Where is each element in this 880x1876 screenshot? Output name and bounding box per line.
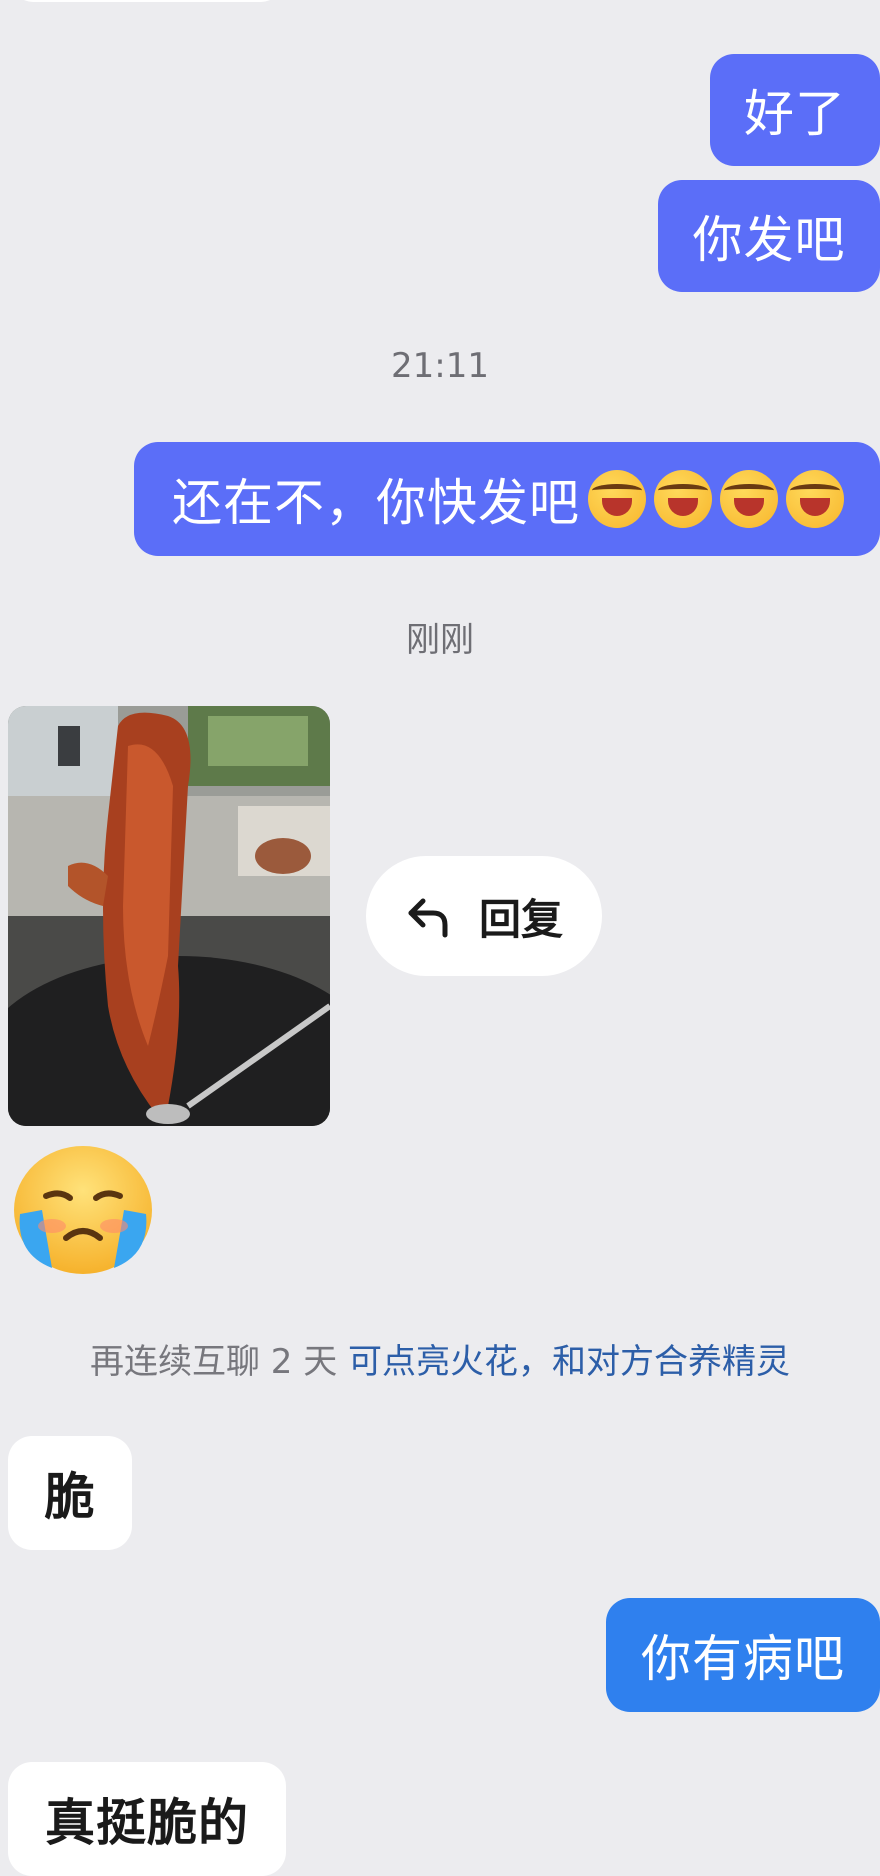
outgoing-message[interactable]: 好了 xyxy=(710,54,880,166)
image-message[interactable] xyxy=(8,706,330,1126)
rofl-icon xyxy=(786,470,844,528)
reply-arrow-icon xyxy=(408,898,448,938)
reply-label: 回复 xyxy=(478,894,563,944)
roast-pig-photo xyxy=(8,706,330,1126)
incoming-message[interactable]: 真挺脆的 xyxy=(8,1762,286,1876)
timestamp: 刚刚 xyxy=(406,620,474,660)
reply-button[interactable]: 回复 xyxy=(366,856,602,976)
timestamp: 21:11 xyxy=(391,346,489,386)
outgoing-message[interactable]: 你发吧 xyxy=(658,180,880,292)
rofl-icon xyxy=(588,470,646,528)
partial-incoming-bubble xyxy=(12,0,282,2)
outgoing-message[interactable]: 还在不，你快发吧 xyxy=(134,442,880,556)
outgoing-message[interactable]: 你有病吧 xyxy=(606,1598,880,1712)
streak-tip-link[interactable]: 可点亮火花，和对方合养精灵 xyxy=(348,1342,790,1382)
rofl-icon xyxy=(720,470,778,528)
rofl-icon xyxy=(654,470,712,528)
streak-tip: 再连续互聊 2 天 可点亮火花，和对方合养精灵 xyxy=(0,1334,880,1383)
incoming-message[interactable]: 脆 xyxy=(8,1436,132,1550)
message-text: 还在不，你快发吧 xyxy=(172,474,580,532)
streak-tip-text: 再连续互聊 2 天 xyxy=(89,1342,349,1382)
crying-face-icon[interactable] xyxy=(12,1144,154,1276)
